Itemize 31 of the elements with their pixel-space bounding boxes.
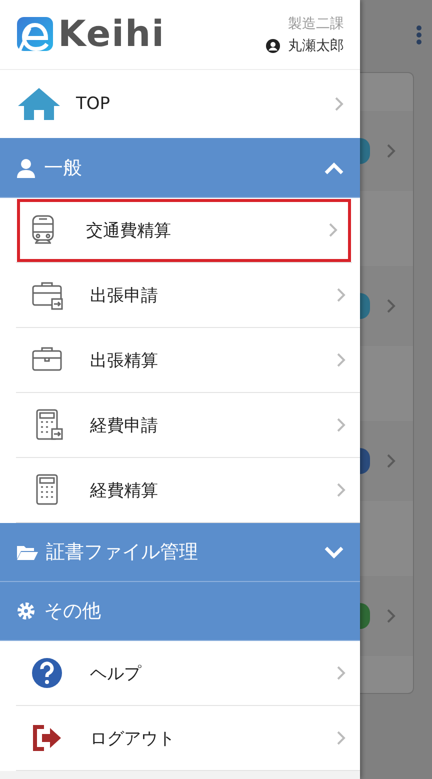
chevron-right-icon <box>336 287 346 303</box>
chevron-right-icon <box>334 96 344 112</box>
chevron-down-icon <box>324 545 344 559</box>
chevron-right-icon <box>336 352 346 368</box>
logo-icon <box>16 16 54 54</box>
chevron-right-icon <box>386 142 396 158</box>
chevron-right-icon <box>386 452 396 468</box>
chevron-right-icon <box>386 608 396 624</box>
chevron-right-icon <box>336 730 346 746</box>
department-label: 製造二課 <box>288 14 344 32</box>
menu-item[interactable]: 経費申請 <box>16 393 360 458</box>
folder-icon <box>16 543 38 561</box>
menu-item[interactable]: TOP <box>0 70 360 138</box>
menu-item[interactable]: 出張精算 <box>16 328 360 393</box>
menu-item[interactable]: 出張申請 <box>16 263 360 328</box>
chevron-right-icon <box>386 298 396 314</box>
user-name: 丸瀬太郎 <box>288 36 344 54</box>
chevron-right-icon <box>336 417 346 433</box>
chevron-up-icon <box>324 160 344 174</box>
home-icon <box>16 86 62 122</box>
chevron-right-icon <box>336 482 346 498</box>
chevron-right-icon <box>328 222 338 238</box>
help-icon <box>30 656 64 690</box>
menu-item[interactable]: 交通費精算 <box>16 198 352 263</box>
gear-icon <box>16 601 36 621</box>
logo-text: Keihi <box>58 14 165 55</box>
chevron-right-icon <box>336 665 346 681</box>
menu-item[interactable]: ヘルプ <box>16 641 360 706</box>
more-icon[interactable] <box>416 25 422 45</box>
user-icon <box>266 38 280 52</box>
user-icon <box>16 158 36 178</box>
